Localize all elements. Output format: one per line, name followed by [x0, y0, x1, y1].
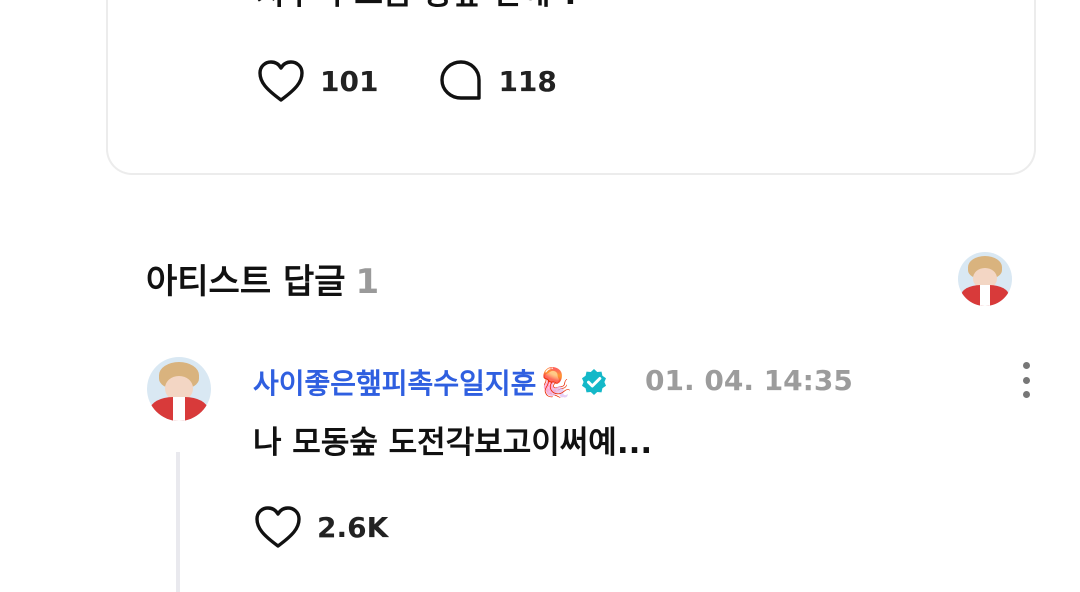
artist-replies-title: 아티스트 답글 1 — [146, 254, 379, 303]
post-comment-count: 118 — [498, 64, 557, 98]
reply-timestamp: 01. 04. 14:35 — [645, 364, 853, 397]
post-card: 지후니 요즘 동숲 안해 ? 101 118 — [106, 0, 1036, 175]
post-like-button[interactable]: 101 — [256, 58, 378, 104]
heart-icon — [255, 506, 301, 548]
jellyfish-emoji: 🪼 — [538, 365, 574, 399]
artist-replies-label: 아티스트 답글 — [146, 262, 346, 302]
verified-badge-icon — [582, 369, 607, 395]
reply-author-name: 사이좋은햎피촉수일지훈 — [253, 367, 537, 400]
reply-author[interactable]: 사이좋은햎피촉수일지훈 🪼 — [253, 362, 609, 402]
artist-avatar[interactable] — [958, 252, 1012, 306]
post-text: 지후니 요즘 동숲 안해 ? — [256, 0, 581, 13]
reply-author-avatar[interactable] — [147, 357, 211, 421]
post-like-count: 101 — [320, 64, 379, 98]
reply-text: 나 모동숲 도전각보고이써예... — [253, 425, 653, 461]
heart-icon — [258, 60, 304, 102]
post-comment-button[interactable]: 118 — [438, 58, 557, 104]
more-vertical-icon[interactable] — [1016, 362, 1036, 398]
comment-bubble-icon — [440, 60, 482, 100]
post-actions: 101 118 — [256, 56, 617, 106]
reply-like-count: 2.6K — [317, 510, 389, 544]
artist-replies-count: 1 — [355, 262, 380, 302]
reply-thread-line — [176, 452, 180, 592]
reply-like-button[interactable]: 2.6K — [253, 504, 388, 550]
